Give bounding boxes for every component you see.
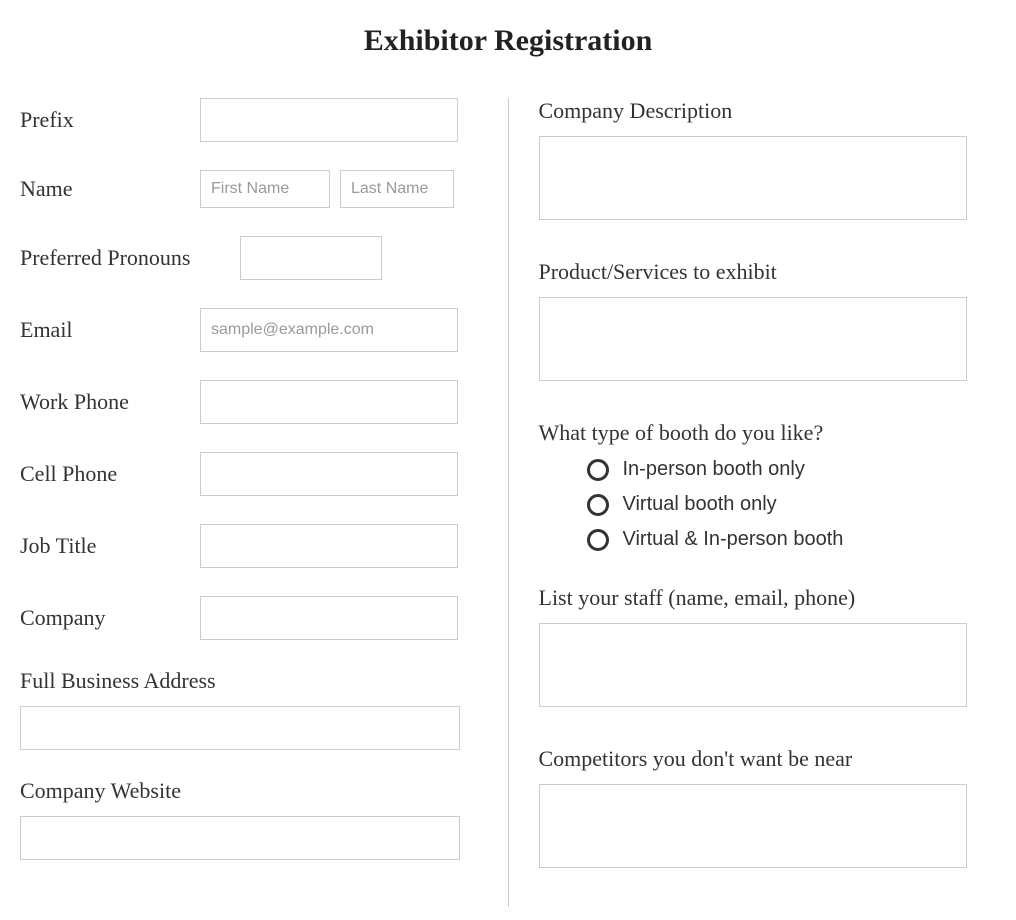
booth-option-both[interactable]: Virtual & In-person booth <box>587 528 997 551</box>
prefix-input[interactable] <box>200 98 458 142</box>
staff-label: List your staff (name, email, phone) <box>539 585 997 611</box>
booth-option-inperson[interactable]: In-person booth only <box>587 458 997 481</box>
booth-option-label: In-person booth only <box>623 458 805 481</box>
company-description-label: Company Description <box>539 98 997 124</box>
company-label: Company <box>20 605 200 631</box>
cell-phone-field: Cell Phone <box>20 452 478 496</box>
full-address-field: Full Business Address <box>20 668 478 750</box>
company-website-field: Company Website <box>20 778 478 860</box>
staff-input[interactable] <box>539 623 967 707</box>
email-label: Email <box>20 317 200 343</box>
company-field: Company <box>20 596 478 640</box>
full-address-input[interactable] <box>20 706 460 750</box>
form-columns: Prefix Name Preferred Pronouns Email Wor… <box>20 98 996 907</box>
products-field: Product/Services to exhibit <box>539 259 997 386</box>
name-label: Name <box>20 176 200 202</box>
job-title-field: Job Title <box>20 524 478 568</box>
company-website-label: Company Website <box>20 778 478 804</box>
job-title-label: Job Title <box>20 533 200 559</box>
first-name-input[interactable] <box>200 170 330 208</box>
name-field: Name <box>20 170 478 208</box>
pronouns-input[interactable] <box>240 236 382 280</box>
radio-icon <box>587 529 609 551</box>
company-description-field: Company Description <box>539 98 997 225</box>
page-title: Exhibitor Registration <box>20 24 996 58</box>
booth-type-label: What type of booth do you like? <box>539 420 997 446</box>
company-input[interactable] <box>200 596 458 640</box>
booth-option-virtual[interactable]: Virtual booth only <box>587 493 997 516</box>
company-description-input[interactable] <box>539 136 967 220</box>
last-name-input[interactable] <box>340 170 454 208</box>
prefix-label: Prefix <box>20 107 200 133</box>
products-input[interactable] <box>539 297 967 381</box>
right-column: Company Description Product/Services to … <box>508 98 997 907</box>
email-field: Email <box>20 308 478 352</box>
left-column: Prefix Name Preferred Pronouns Email Wor… <box>20 98 508 907</box>
booth-type-options: In-person booth only Virtual booth only … <box>539 458 997 551</box>
radio-icon <box>587 459 609 481</box>
name-inputs-group <box>200 170 454 208</box>
competitors-field: Competitors you don't want be near <box>539 746 997 873</box>
work-phone-label: Work Phone <box>20 389 200 415</box>
cell-phone-label: Cell Phone <box>20 461 200 487</box>
products-label: Product/Services to exhibit <box>539 259 997 285</box>
competitors-label: Competitors you don't want be near <box>539 746 997 772</box>
pronouns-label: Preferred Pronouns <box>20 245 200 271</box>
cell-phone-input[interactable] <box>200 452 458 496</box>
full-address-label: Full Business Address <box>20 668 478 694</box>
booth-type-field: What type of booth do you like? In-perso… <box>539 420 997 551</box>
competitors-input[interactable] <box>539 784 967 868</box>
work-phone-field: Work Phone <box>20 380 478 424</box>
booth-option-label: Virtual & In-person booth <box>623 528 844 551</box>
staff-field: List your staff (name, email, phone) <box>539 585 997 712</box>
prefix-field: Prefix <box>20 98 478 142</box>
radio-icon <box>587 494 609 516</box>
registration-form: Exhibitor Registration Prefix Name Prefe… <box>0 0 1016 907</box>
email-input[interactable] <box>200 308 458 352</box>
job-title-input[interactable] <box>200 524 458 568</box>
company-website-input[interactable] <box>20 816 460 860</box>
work-phone-input[interactable] <box>200 380 458 424</box>
booth-option-label: Virtual booth only <box>623 493 777 516</box>
pronouns-field: Preferred Pronouns <box>20 236 478 280</box>
